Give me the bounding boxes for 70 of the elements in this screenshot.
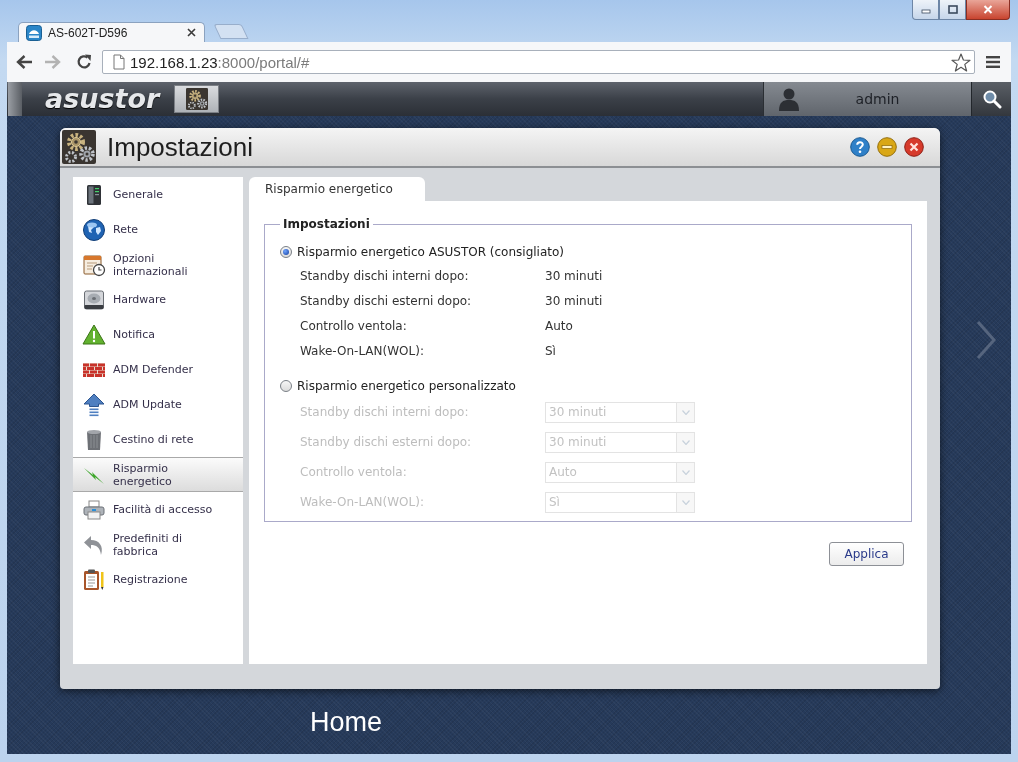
calendar-clock-icon (82, 252, 106, 277)
gears-icon (185, 88, 208, 110)
sidebar-item[interactable]: Facilità di accesso (73, 492, 243, 527)
address-field[interactable]: 192.168.1.23:8000/portal/# (102, 50, 975, 74)
radio-label[interactable]: Risparmio energetico personalizzato (297, 378, 516, 393)
sidebar-item[interactable]: Registrazione (73, 562, 243, 597)
reload-icon[interactable] (75, 53, 93, 71)
warning-icon (82, 322, 106, 347)
search-icon (981, 89, 1002, 109)
url-text: 192.168.1.23:8000/portal/# (130, 53, 311, 71)
sidebar-item[interactable]: Generale (73, 177, 243, 212)
caret-down-icon (681, 469, 690, 475)
minimize-icon[interactable] (877, 137, 897, 157)
radio-label[interactable]: Risparmio energetico ASUSTOR (consigliato) (297, 244, 565, 259)
close-icon (983, 5, 993, 14)
maximize-icon (947, 5, 958, 14)
setting-value: 30 minuti (545, 268, 603, 283)
sidebar-item[interactable]: Hardware (73, 282, 243, 317)
close-window-button[interactable] (966, 0, 1010, 20)
desktop-label: Home (310, 707, 383, 737)
setting-label: Standby dischi interni dopo: (300, 268, 470, 283)
sidebar-item[interactable]: Predefiniti di fabbrica (73, 527, 243, 562)
maximize-button[interactable] (939, 0, 966, 20)
sidebar-item[interactable]: Opzioni internazionali (73, 247, 243, 282)
setting-label: Controllo ventola: (300, 318, 408, 333)
minimize-button[interactable] (912, 0, 939, 20)
hard-drive-icon (82, 287, 106, 312)
setting-label: Standby dischi esterni dopo: (300, 435, 473, 449)
star-icon[interactable] (951, 52, 971, 72)
close-icon[interactable] (904, 137, 924, 157)
radio-button[interactable] (280, 379, 292, 392)
window-title: Impostazioni (107, 131, 253, 163)
sidebar-item[interactable]: ADM Defender (73, 352, 243, 387)
help-icon[interactable] (850, 137, 870, 157)
back-icon[interactable] (15, 53, 33, 71)
sidebar-item[interactable]: ADM Update (73, 387, 243, 422)
user-icon (778, 87, 800, 111)
setting-label: Wake-On-LAN(WOL): (300, 495, 425, 509)
sidebar-item[interactable]: Cestino di rete (73, 422, 243, 457)
setting-label: Standby dischi interni dopo: (300, 405, 470, 419)
setting-label: Wake-On-LAN(WOL): (300, 343, 425, 358)
setting-label: Standby dischi esterni dopo: (300, 293, 473, 308)
printer-icon (82, 497, 106, 522)
side-handle[interactable] (8, 82, 22, 116)
app-button[interactable] (174, 85, 220, 113)
search-button[interactable] (971, 82, 1011, 116)
setting-value: 30 minuti (545, 293, 603, 308)
clipboard-icon (82, 567, 106, 592)
caret-down-icon (681, 409, 690, 415)
sidebar-item[interactable]: Risparmio energetico (73, 457, 243, 492)
tab[interactable]: Risparmio energetico (249, 177, 425, 201)
globe-icon (82, 217, 106, 242)
caret-down-icon (681, 439, 690, 445)
menu-icon[interactable] (985, 55, 1001, 69)
caret-down-icon (681, 499, 690, 505)
close-icon[interactable] (187, 28, 196, 37)
sidebar-item[interactable]: Notifica (73, 317, 243, 352)
setting-label: Controllo ventola: (300, 465, 408, 479)
gears-icon (62, 130, 96, 164)
up-arrow-icon (82, 392, 106, 417)
radio-button[interactable] (280, 245, 292, 258)
apply-button[interactable]: Applica (829, 542, 904, 566)
sidebar-item[interactable]: Rete (73, 212, 243, 247)
setting-value: Sì (545, 343, 556, 358)
user-menu[interactable]: admin (763, 82, 971, 116)
setting-value: Auto (545, 318, 573, 333)
group-legend: Impostazioni (280, 217, 373, 231)
browser-tab[interactable]: AS-602T-D596 (18, 22, 205, 42)
page-icon (113, 54, 125, 70)
logo-text: asustor (45, 83, 160, 115)
